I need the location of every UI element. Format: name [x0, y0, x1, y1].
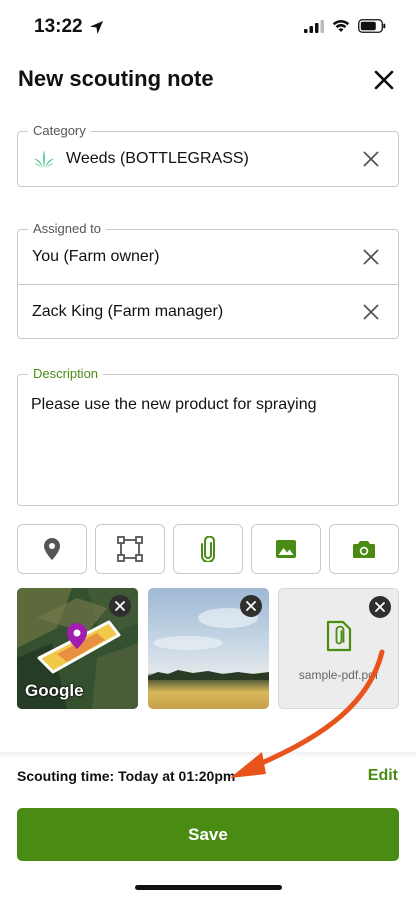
status-time: 13:22: [34, 16, 104, 38]
status-icons: [304, 19, 386, 33]
category-value: Weeds (BOTTLEGRASS): [66, 150, 249, 167]
attachments-list: Google sample-pdf.pdf: [17, 588, 399, 709]
draw-area-icon: [117, 536, 143, 562]
attachment-actions: [17, 524, 399, 574]
remove-attachment-button[interactable]: [369, 596, 391, 618]
category-row[interactable]: Weeds (BOTTLEGRASS): [18, 132, 398, 186]
remove-assignee-button[interactable]: [360, 246, 382, 268]
clear-icon: [363, 151, 379, 167]
page-title: New scouting note: [18, 66, 214, 91]
home-indicator: [135, 885, 282, 890]
assignee-name: Zack King (Farm manager): [32, 302, 224, 320]
description-field[interactable]: Description Please use the new product f…: [17, 366, 399, 506]
clear-icon: [363, 304, 379, 319]
add-image-button[interactable]: [251, 524, 321, 574]
save-button[interactable]: Save: [17, 808, 399, 861]
battery-icon: [358, 19, 386, 33]
status-bar: 13:22: [0, 0, 416, 54]
close-icon: [375, 602, 385, 612]
assignee-row[interactable]: You (Farm owner): [18, 230, 398, 284]
wifi-icon: [332, 19, 350, 32]
close-icon: [374, 70, 394, 90]
location-arrow-icon: [89, 20, 103, 34]
scouting-time: Scouting time: Today at 01:20pm: [17, 768, 236, 784]
remove-attachment-button[interactable]: [109, 595, 131, 617]
assignee-row[interactable]: Zack King (Farm manager): [18, 284, 398, 338]
map-attachment[interactable]: Google: [17, 588, 138, 709]
status-time-text: 13:22: [34, 16, 83, 37]
image-icon: [276, 540, 296, 558]
bottom-divider: [0, 752, 416, 758]
location-pin-icon: [44, 538, 60, 560]
attach-file-button[interactable]: [173, 524, 243, 574]
clear-category-button[interactable]: [360, 148, 382, 170]
remove-attachment-button[interactable]: [239, 595, 262, 617]
close-icon: [115, 601, 125, 611]
close-icon: [245, 601, 256, 611]
grass-icon: [33, 150, 55, 168]
google-logo: Google: [25, 681, 84, 700]
description-legend: Description: [28, 366, 104, 382]
file-attachment-icon: [326, 620, 352, 652]
edit-scouting-time-button[interactable]: Edit: [368, 767, 398, 785]
remove-assignee-button[interactable]: [360, 301, 382, 323]
category-field: Category Weeds (BOTTLEGRASS): [17, 123, 399, 187]
description-text: Please use the new product for spraying: [31, 396, 317, 413]
map-pin-icon: [67, 623, 87, 649]
file-attachment[interactable]: sample-pdf.pdf: [278, 588, 399, 709]
clear-icon: [363, 249, 379, 265]
assigned-field: Assigned to You (Farm owner) Zack King (…: [17, 221, 399, 339]
paperclip-icon: [201, 536, 215, 562]
close-button[interactable]: [368, 64, 400, 96]
cellular-signal-icon: [304, 19, 324, 33]
camera-icon: [353, 541, 376, 559]
take-photo-button[interactable]: [329, 524, 399, 574]
draw-area-button[interactable]: [95, 524, 165, 574]
assignee-name: You (Farm owner): [32, 248, 160, 265]
photo-attachment[interactable]: [147, 588, 269, 709]
file-name: sample-pdf.pdf: [298, 668, 379, 682]
add-location-button[interactable]: [17, 524, 87, 574]
